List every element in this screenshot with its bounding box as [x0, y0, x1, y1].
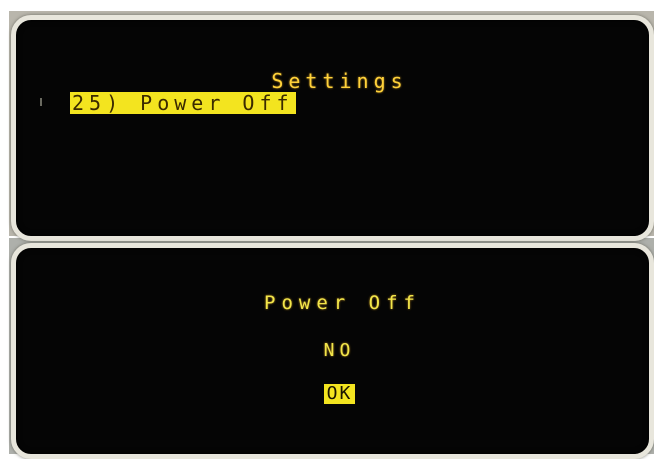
scroll-cursor-mark: [40, 98, 42, 106]
option-no[interactable]: NO: [16, 340, 649, 361]
power-off-lcd-screen: Power Off NO OK: [11, 243, 654, 459]
option-ok-row: OK: [16, 384, 649, 404]
settings-lcd-screen: Settings 25) Power Off: [11, 15, 654, 241]
menu-item-power-off[interactable]: 25) Power Off: [70, 92, 296, 114]
option-ok-selected[interactable]: OK: [323, 384, 356, 404]
power-off-title: Power Off: [264, 292, 421, 314]
settings-title: Settings: [271, 69, 408, 93]
